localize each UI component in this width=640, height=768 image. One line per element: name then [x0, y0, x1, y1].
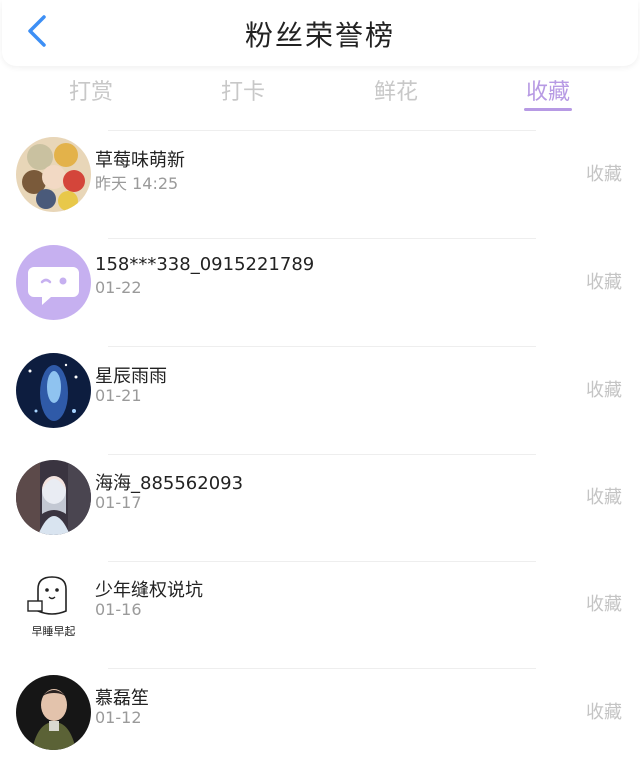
- favorite-label: 收藏: [586, 164, 622, 185]
- avatar[interactable]: [16, 245, 91, 320]
- list-item[interactable]: 草莓味萌新 昨天 14:25 收藏: [0, 124, 640, 228]
- user-name: 星辰雨雨: [95, 366, 167, 387]
- user-name: 草莓味萌新: [95, 150, 185, 171]
- avatar[interactable]: [16, 460, 91, 535]
- item-date: 01-21: [95, 386, 142, 405]
- item-date: 01-12: [95, 708, 142, 727]
- favorite-label: 收藏: [586, 380, 622, 401]
- user-name: 慕磊笙: [95, 688, 149, 709]
- favorite-label: 收藏: [586, 594, 622, 615]
- favorite-label: 收藏: [586, 272, 622, 293]
- tab-reward[interactable]: 打赏: [41, 74, 141, 106]
- user-name: 158***338_0915221789: [95, 254, 315, 275]
- item-date: 01-17: [95, 493, 142, 512]
- list-item[interactable]: 星辰雨雨 01-21 收藏: [0, 340, 640, 444]
- avatar[interactable]: [16, 353, 91, 428]
- tab-favorites[interactable]: 收藏: [498, 74, 598, 106]
- page-title: 粉丝荣誉榜: [244, 19, 395, 52]
- active-tab-indicator: [524, 108, 572, 111]
- avatar[interactable]: [16, 675, 91, 750]
- user-name: 少年缝权说坑: [95, 580, 203, 601]
- avatar-caption: 早睡早起: [32, 625, 76, 638]
- avatar[interactable]: 早睡早起: [16, 567, 91, 642]
- favorite-label: 收藏: [586, 702, 622, 723]
- list-item[interactable]: 慕磊笙 01-12 收藏: [0, 662, 640, 766]
- top-bar: 粉丝荣誉榜: [2, 0, 638, 66]
- list-item[interactable]: 海海_885562093 01-17 收藏: [0, 447, 640, 551]
- item-date: 昨天 14:25: [95, 174, 179, 193]
- user-name: 海海_885562093: [95, 473, 244, 494]
- item-date: 01-22: [95, 278, 142, 297]
- avatar[interactable]: [16, 137, 91, 212]
- item-date: 01-16: [95, 600, 142, 619]
- list-item[interactable]: 158***338_0915221789 01-22 收藏: [0, 232, 640, 336]
- list-item[interactable]: 早睡早起 少年缝权说坑 01-16 收藏: [0, 554, 640, 658]
- favorite-label: 收藏: [586, 487, 622, 508]
- tab-checkin[interactable]: 打卡: [193, 74, 293, 106]
- tab-flowers[interactable]: 鲜花: [346, 74, 446, 106]
